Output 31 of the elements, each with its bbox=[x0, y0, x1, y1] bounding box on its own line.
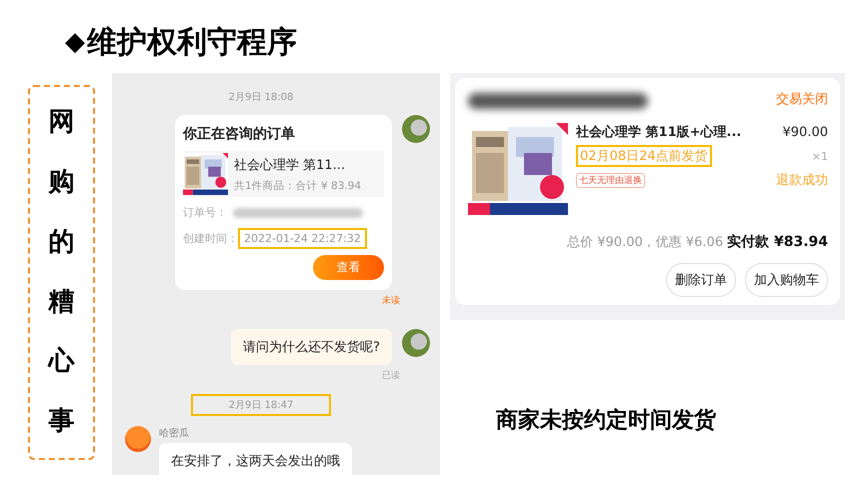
user-avatar bbox=[402, 329, 430, 357]
side-label: 网购的糟心事 bbox=[48, 106, 74, 438]
diamond-bullet: ◆ bbox=[65, 27, 85, 57]
merchant-avatar bbox=[125, 426, 151, 452]
user-avatar bbox=[402, 115, 430, 143]
amount-paid: 实付款 ¥83.94 bbox=[727, 233, 828, 251]
price-breakdown: 总价 ¥90.00，优惠 ¥6.06 bbox=[567, 234, 724, 251]
sender-name: 哈密瓜 bbox=[159, 426, 190, 440]
shipping-deadline: 02月08日24点前发货 bbox=[576, 145, 712, 167]
order-summary: 共1件商品：合计 ¥ 83.94 bbox=[234, 178, 362, 192]
read-status: 未读 bbox=[382, 294, 400, 307]
card-title: 你正在咨询的订单 bbox=[183, 125, 296, 143]
order-action-button[interactable]: 加入购物车 bbox=[745, 263, 828, 297]
chat-timestamp: 2月9日 18:08 bbox=[228, 91, 294, 105]
slide-caption: 商家未按约定时间发货 bbox=[496, 406, 717, 435]
read-status: 已读 bbox=[382, 370, 400, 382]
order-status: 交易关闭 bbox=[776, 91, 828, 108]
product-name: 社会心理学 第11版+心理... bbox=[576, 124, 742, 141]
quantity: ×1 bbox=[812, 150, 828, 162]
product-price: ¥90.00 bbox=[782, 124, 828, 140]
created-label: 创建时间： bbox=[183, 231, 238, 246]
slide-title: 维护权利守程序 bbox=[87, 24, 297, 62]
product-name: 社会心理学 第11... bbox=[234, 156, 346, 174]
chat-timestamp: 2月9日 18:47 bbox=[190, 394, 332, 416]
message-bubble: 请问为什么还不发货呢? bbox=[231, 329, 392, 365]
return-policy-tag: 七天无理由退换 bbox=[576, 172, 645, 188]
refund-status: 退款成功 bbox=[776, 172, 828, 189]
created-time: 2022-01-24 22:27:32 bbox=[238, 228, 367, 249]
order-action-button[interactable]: 删除订单 bbox=[666, 263, 736, 297]
order-number-label: 订单号： bbox=[183, 205, 227, 220]
product-row[interactable]: 社会心理学 第11... 共1件商品：合计 ¥ 83.94 bbox=[183, 151, 384, 197]
